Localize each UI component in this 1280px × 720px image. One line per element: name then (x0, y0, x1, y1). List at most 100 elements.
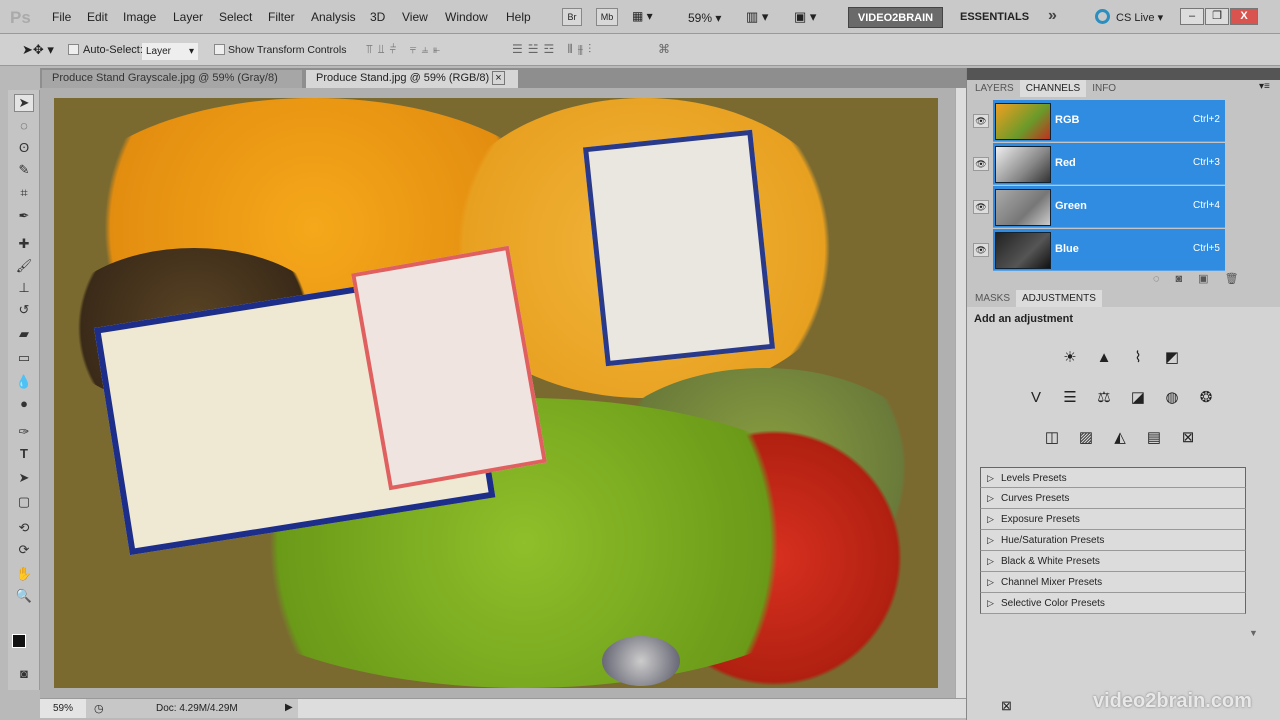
distribute-buttons[interactable]: ☰☱☲ ⫴⫵⫶ (512, 42, 596, 57)
expand-triangle-icon[interactable]: ▷ (987, 551, 994, 572)
3d-orbit-tool-icon[interactable]: ⟳ (14, 542, 34, 560)
zoom-level-dropdown[interactable]: 59% ▾ (688, 11, 721, 25)
expand-triangle-icon[interactable]: ▷ (987, 530, 994, 551)
horizontal-scrollbar[interactable] (298, 699, 966, 718)
tab-adjustments[interactable]: ADJUSTMENTS (1016, 290, 1102, 307)
channel-row-blue[interactable]: Blue Ctrl+5 (993, 229, 1225, 271)
menu-help[interactable]: Help (506, 10, 531, 24)
bridge-button[interactable]: Br (562, 8, 582, 26)
menu-view[interactable]: View (402, 10, 428, 24)
move-tool-icon[interactable]: ➤ (14, 94, 34, 112)
preset-item[interactable]: ▷ Black & White Presets (980, 551, 1246, 572)
tab-grayscale[interactable]: Produce Stand Grayscale.jpg @ 59% (Gray/… (42, 70, 302, 102)
color-balance-icon[interactable]: ⚖ (1093, 387, 1115, 409)
menu-layer[interactable]: Layer (173, 10, 203, 24)
black-white-icon[interactable]: ◪ (1127, 387, 1149, 409)
tab-produce-stand[interactable]: Produce Stand.jpg @ 59% (RGB/8) × (306, 70, 518, 88)
restore-button[interactable]: ❐ (1205, 8, 1229, 25)
close-tab-icon[interactable]: × (492, 71, 505, 85)
channel-row-green[interactable]: Green Ctrl+4 (993, 186, 1225, 228)
exposure-icon[interactable]: ◩ (1161, 347, 1183, 369)
photo-filter-icon[interactable]: ◍ (1161, 387, 1183, 409)
screen-mode-dropdown[interactable]: ▣ ▾ (794, 9, 816, 25)
eyedropper-tool-icon[interactable]: ✒ (14, 208, 34, 226)
expand-triangle-icon[interactable]: ▷ (987, 468, 994, 489)
zoom-tool-icon[interactable]: 🔍 (14, 588, 34, 606)
channel-row-red[interactable]: Red Ctrl+3 (993, 143, 1225, 185)
invert-icon[interactable]: ◫ (1041, 427, 1063, 449)
curves-icon[interactable]: ⌇ (1127, 347, 1149, 369)
preset-item[interactable]: ▷ Levels Presets (980, 467, 1246, 488)
show-transform-checkbox[interactable] (214, 44, 225, 58)
blur-tool-icon[interactable]: 💧 (14, 374, 34, 392)
menu-3d[interactable]: 3D (370, 10, 385, 24)
channel-visibility-eye-icon[interactable]: 👁 (973, 200, 989, 214)
cs-live-button[interactable]: CS Live ▾ (1116, 11, 1163, 24)
gradient-map-icon[interactable]: ▤ (1143, 427, 1165, 449)
align-buttons[interactable]: ⫪⫫⫩ ⫧⫨⫦ (366, 42, 445, 57)
preset-item[interactable]: ▷ Selective Color Presets (980, 593, 1246, 614)
channel-visibility-eye-icon[interactable]: 👁 (973, 157, 989, 171)
dodge-tool-icon[interactable]: ● (14, 396, 34, 414)
adjustments-footer-icon[interactable]: ⊠ (1001, 698, 1012, 714)
vertical-scrollbar[interactable] (955, 88, 966, 698)
selective-color-icon[interactable]: ⊠ (1177, 427, 1199, 449)
eraser-tool-icon[interactable]: ▰ (14, 326, 34, 344)
auto-align-button[interactable]: ⌘ (658, 42, 670, 56)
more-workspaces-button[interactable]: » (1048, 7, 1057, 25)
close-button[interactable]: X (1230, 8, 1258, 25)
brush-tool-icon[interactable]: 🖌 (14, 258, 34, 276)
menu-filter[interactable]: Filter (268, 10, 295, 24)
foreground-color-swatch[interactable] (12, 634, 26, 648)
tab-channels[interactable]: CHANNELS (1019, 80, 1087, 97)
expand-triangle-icon[interactable]: ▷ (987, 593, 994, 614)
shape-tool-icon[interactable]: ▢ (14, 494, 34, 512)
status-menu-arrow[interactable]: ▶ (285, 702, 293, 713)
menu-file[interactable]: File (52, 10, 71, 24)
lasso-tool-icon[interactable]: ʘ (14, 140, 34, 158)
type-tool-icon[interactable]: T (14, 446, 34, 464)
3d-rotate-tool-icon[interactable]: ⟲ (14, 520, 34, 538)
pen-tool-icon[interactable]: ✑ (14, 424, 34, 442)
levels-icon[interactable]: ▲ (1093, 347, 1115, 369)
posterize-icon[interactable]: ▨ (1075, 427, 1097, 449)
minimize-button[interactable]: – (1180, 8, 1204, 25)
auto-select-dropdown[interactable]: Layer ▾ (142, 43, 198, 60)
path-selection-tool-icon[interactable]: ➤ (14, 470, 34, 488)
channel-visibility-eye-icon[interactable]: 👁 (973, 114, 989, 128)
workspace-video2brain[interactable]: VIDEO2BRAIN (848, 7, 943, 28)
hand-tool-icon[interactable]: ✋ (14, 566, 34, 584)
crop-tool-icon[interactable]: ⌗ (14, 185, 34, 203)
tab-layers[interactable]: LAYERS (969, 80, 1020, 97)
tab-info[interactable]: INFO (1086, 80, 1122, 97)
vibrance-icon[interactable]: V (1025, 387, 1047, 409)
menu-image[interactable]: Image (123, 10, 156, 24)
gradient-tool-icon[interactable]: ▭ (14, 350, 34, 368)
tab-masks[interactable]: MASKS (969, 290, 1016, 307)
threshold-icon[interactable]: ◭ (1109, 427, 1131, 449)
status-info-icon[interactable]: ◷ (94, 702, 104, 715)
mini-bridge-button[interactable]: Mb (596, 8, 618, 26)
presets-scroll-arrow[interactable]: ▼ (1249, 628, 1258, 638)
move-tool-preset-picker[interactable]: ➤✥ ▾ (22, 42, 54, 58)
document-canvas-image[interactable] (54, 98, 938, 688)
quick-mask-icon[interactable]: ◙ (14, 666, 34, 684)
workspace-essentials[interactable]: ESSENTIALS (960, 11, 1029, 23)
preset-item[interactable]: ▷ Channel Mixer Presets (980, 572, 1246, 593)
expand-triangle-icon[interactable]: ▷ (987, 572, 994, 593)
expand-triangle-icon[interactable]: ▷ (987, 488, 994, 509)
panel-menu-icon[interactable]: ▾≡ (1259, 81, 1270, 92)
menu-analysis[interactable]: Analysis (311, 10, 356, 24)
history-brush-tool-icon[interactable]: ↺ (14, 302, 34, 320)
channel-actions[interactable]: ◌◙▣🗑 (1153, 272, 1255, 285)
healing-brush-tool-icon[interactable]: ✚ (14, 236, 34, 254)
preset-item[interactable]: ▷ Hue/Saturation Presets (980, 530, 1246, 551)
hue-saturation-icon[interactable]: ☰ (1059, 387, 1081, 409)
menu-window[interactable]: Window (445, 10, 488, 24)
marquee-tool-icon[interactable]: ◌ (14, 118, 34, 136)
view-extras-dropdown[interactable]: ▦ ▾ (632, 9, 653, 23)
preset-item[interactable]: ▷ Curves Presets (980, 488, 1246, 509)
quick-selection-tool-icon[interactable]: ✎ (14, 162, 34, 180)
channel-mixer-icon[interactable]: ❂ (1195, 387, 1217, 409)
preset-item[interactable]: ▷ Exposure Presets (980, 509, 1246, 530)
